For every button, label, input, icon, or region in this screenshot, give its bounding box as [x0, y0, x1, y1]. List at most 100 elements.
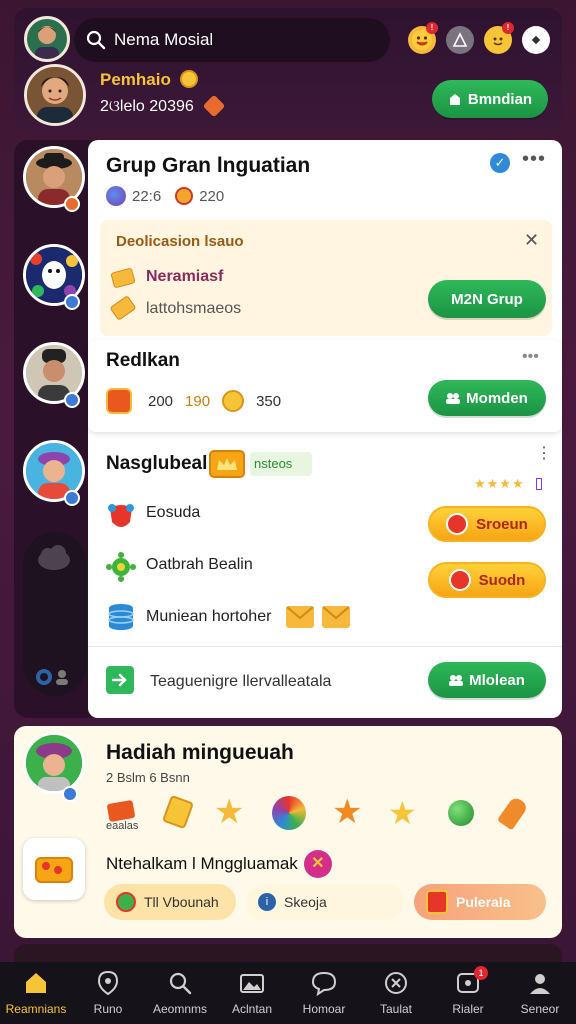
redeem-button[interactable]: Momden — [428, 380, 546, 416]
close-icon[interactable]: ✕ — [524, 230, 539, 251]
home-icon — [26, 973, 46, 993]
location-icon — [97, 970, 119, 996]
section-title: Nasglubeal — [106, 453, 208, 474]
nav-item-chat[interactable]: Homoar — [292, 970, 356, 1016]
emoji-icon[interactable]: ! — [408, 22, 438, 54]
rating-stars: ★★★★ — [474, 476, 525, 491]
divider — [88, 646, 562, 647]
brick-icon — [106, 799, 136, 823]
search-bar[interactable]: Nema Mosial — [74, 18, 390, 62]
notification-badge: ! — [426, 22, 438, 34]
search-icon — [169, 972, 192, 995]
settings-icon[interactable] — [34, 666, 74, 688]
list-item-label: Eosuda — [146, 504, 201, 521]
bundle-icon — [116, 892, 136, 912]
coin-icon — [222, 390, 245, 412]
bird-icon — [106, 500, 136, 532]
orange-box-icon — [426, 890, 448, 914]
notification-badge: ! — [502, 22, 514, 34]
peek-card — [14, 944, 562, 964]
promo-text: Ntehalkam l Mnggluamak ✕ — [106, 850, 332, 878]
status-badge — [64, 490, 80, 506]
user-avatar-small[interactable] — [24, 16, 70, 62]
notice-item-2: lattohsmaeos — [146, 300, 242, 317]
pizza-icon — [175, 187, 194, 205]
profile-stats: 2ଓlelo 20396 — [100, 94, 226, 118]
redeem-title: Redlkan — [106, 350, 180, 371]
gift-icon[interactable]: ! — [484, 22, 514, 54]
status-badge — [64, 392, 80, 408]
more-options-icon[interactable]: ••• — [522, 148, 546, 171]
chat-icon — [311, 971, 337, 996]
star-icon: ★ — [332, 793, 363, 831]
envelope-icon — [322, 606, 350, 628]
badge-icon — [202, 94, 226, 118]
more-options-icon[interactable]: ••• — [522, 348, 539, 366]
nav-item-gallery[interactable]: Aclntan — [220, 970, 284, 1016]
bottom-nav: Reamnians Runo Aeomnms Aclntan Homoar Ta… — [0, 962, 576, 1024]
database-icon — [106, 602, 136, 632]
popsicle-icon — [497, 795, 529, 831]
nav-item-messages[interactable]: Rialer 1 — [436, 966, 500, 1016]
join-group-button[interactable]: M2N Grup — [428, 280, 546, 318]
reward-pill-1[interactable]: Tll Vbounah — [104, 884, 236, 920]
profile-name: Pemhaio — [100, 70, 198, 90]
header-action-button[interactable]: Bmndian — [432, 80, 548, 118]
footer-button[interactable]: Mlolean — [428, 662, 546, 698]
list-item-button[interactable]: Suodn — [428, 562, 546, 598]
info-icon: i — [258, 893, 276, 911]
profile-icon — [530, 974, 550, 994]
shop-icon — [446, 513, 469, 535]
list-item-button[interactable]: Sroeun — [428, 506, 546, 542]
cancel-badge-icon: ✕ — [303, 850, 332, 878]
reward-pill-2[interactable]: i Skeoja — [246, 884, 404, 920]
reward-block-icon[interactable] — [23, 838, 85, 900]
footer-text: Teaguenigre llervalleatala — [150, 673, 332, 690]
nav-item-scan[interactable]: Taulat — [364, 970, 428, 1016]
notice-item-1: Neramiasf — [146, 268, 224, 285]
nav-item-location[interactable]: Runo — [76, 970, 140, 1016]
reward-subtitle: 2 Bslm 6 Bsnn — [106, 770, 190, 785]
mountain-icon — [240, 974, 264, 993]
crown-icon — [209, 450, 245, 478]
arrow-icon — [106, 666, 134, 694]
scan-icon — [385, 972, 407, 994]
rating-bar — [536, 478, 542, 490]
shop-icon — [448, 569, 471, 591]
compass-icon[interactable] — [446, 26, 474, 54]
nav-item-profile[interactable]: Seneor — [508, 970, 572, 1016]
nav-item-search[interactable]: Aeomnms — [148, 970, 212, 1016]
star-icon: ★ — [214, 793, 245, 831]
search-icon — [86, 30, 106, 50]
rainbow-icon — [272, 796, 306, 830]
star-icon: ★ — [388, 795, 417, 831]
notification-badge: 1 — [474, 966, 488, 980]
user-add-icon — [449, 94, 460, 105]
globe-icon — [106, 186, 126, 206]
group-title: Grup Gran lnguatian — [106, 154, 311, 177]
orb-icon — [448, 800, 474, 826]
more-icon[interactable] — [522, 26, 550, 54]
kebab-menu-icon[interactable]: ⋮ — [536, 446, 552, 462]
coin-icon — [179, 70, 198, 88]
reward-avatar[interactable] — [23, 732, 85, 794]
group-stats: 22:6 220 — [106, 186, 224, 206]
redeem-values: 200 190 350 — [106, 388, 281, 414]
status-badge — [64, 294, 80, 310]
users-icon — [446, 393, 461, 404]
envelope-icon — [286, 606, 314, 628]
status-badge — [62, 786, 78, 802]
list-item-label: Oatbrah Bealin — [146, 556, 253, 573]
reward-items: eaalas ★ ★ ★ — [106, 793, 536, 832]
section-tag: nsteos — [250, 452, 312, 476]
notice-title: Deolicasion lsauo — [116, 233, 244, 250]
reward-pill-3[interactable]: Pulerala — [414, 884, 546, 920]
nav-item-home[interactable]: Reamnians — [4, 970, 68, 1016]
users-icon — [449, 675, 464, 686]
profile-avatar[interactable] — [24, 64, 86, 126]
list-item-label: Muniean hortoher — [146, 608, 272, 625]
reward-item-label: eaalas — [106, 820, 139, 832]
status-badge — [64, 196, 80, 212]
gear-plant-icon — [106, 552, 136, 582]
search-text: Nema Mosial — [114, 30, 214, 49]
